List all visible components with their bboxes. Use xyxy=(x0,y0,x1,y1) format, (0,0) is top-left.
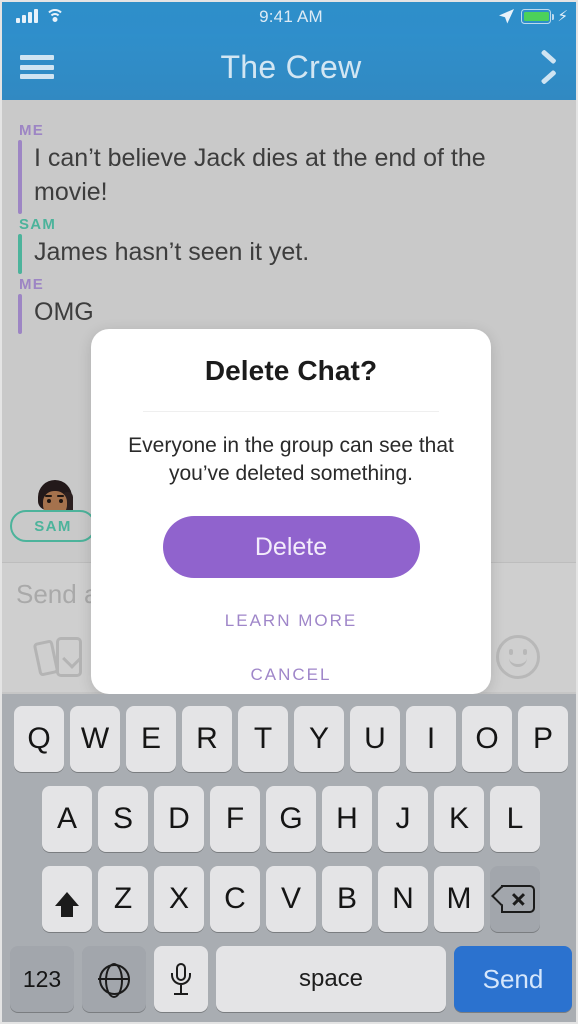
chat-input-placeholder: Send a xyxy=(16,579,99,609)
chat-message[interactable]: ME OMG xyxy=(2,276,576,334)
backspace-key[interactable] xyxy=(490,866,540,932)
message-sender-label: SAM xyxy=(19,216,57,233)
key-x[interactable]: X xyxy=(154,866,204,932)
nav-bar: The Crew xyxy=(2,34,576,100)
phone-screen: 9:41 AM ⚡ The Crew ME I can’t believe Ja… xyxy=(0,0,578,1024)
message-text: I can’t believe Jack dies at the end of … xyxy=(34,144,486,206)
key-s[interactable]: S xyxy=(98,786,148,852)
chat-message[interactable]: SAM James hasn’t seen it yet. xyxy=(2,216,576,274)
message-text: OMG xyxy=(34,298,94,326)
language-key[interactable] xyxy=(82,946,146,1012)
location-arrow-icon xyxy=(499,9,515,24)
hamburger-menu-icon[interactable] xyxy=(20,55,54,79)
page-title: The Crew xyxy=(220,48,362,85)
key-q[interactable]: Q xyxy=(14,706,64,772)
on-screen-keyboard: Q W E R T Y U I O P A S D F G H J K L Z xyxy=(2,694,576,1022)
message-sender-label: ME xyxy=(19,276,45,293)
delete-button[interactable]: Delete xyxy=(162,516,420,579)
key-w[interactable]: W xyxy=(70,706,120,772)
presence-name-chip[interactable]: SAM xyxy=(10,510,96,542)
chevron-right-icon[interactable] xyxy=(534,52,560,82)
dialog-title: Delete Chat? xyxy=(204,355,378,386)
battery-icon xyxy=(521,9,555,24)
backspace-icon xyxy=(491,885,535,913)
lightning-bolt-icon: ⚡ xyxy=(557,8,568,25)
keyboard-row-2: A S D F G H J K L xyxy=(2,772,576,852)
dictation-key[interactable] xyxy=(154,946,208,1012)
keyboard-row-3: Z X C V B N M xyxy=(2,852,576,932)
key-a[interactable]: A xyxy=(42,786,92,852)
key-p[interactable]: P xyxy=(518,706,568,772)
key-h[interactable]: H xyxy=(322,786,372,852)
microphone-icon xyxy=(171,963,191,995)
send-key[interactable]: Send xyxy=(454,946,572,1012)
smiley-face-icon[interactable] xyxy=(496,635,540,679)
key-z[interactable]: Z xyxy=(98,866,148,932)
key-l[interactable]: L xyxy=(490,786,540,852)
key-r[interactable]: R xyxy=(182,706,232,772)
numbers-key[interactable]: 123 xyxy=(10,946,74,1012)
key-i[interactable]: I xyxy=(406,706,456,772)
key-y[interactable]: Y xyxy=(294,706,344,772)
sticker-cards-icon[interactable] xyxy=(32,633,88,681)
message-accent-rail xyxy=(18,294,22,334)
message-accent-rail xyxy=(18,234,22,274)
chat-message[interactable]: ME I can’t believe Jack dies at the end … xyxy=(2,122,576,214)
status-bar: 9:41 AM ⚡ xyxy=(2,2,576,34)
cancel-button[interactable]: CANCEL xyxy=(91,664,491,686)
key-m[interactable]: M xyxy=(434,866,484,932)
keyboard-row-1: Q W E R T Y U I O P xyxy=(2,694,576,772)
dialog-body-text: Everyone in the group can see that you’v… xyxy=(128,434,454,486)
key-e[interactable]: E xyxy=(126,706,176,772)
shift-arrow-icon xyxy=(55,892,79,917)
space-key[interactable]: space xyxy=(216,946,446,1012)
presence-name-label: SAM xyxy=(34,517,72,535)
key-k[interactable]: K xyxy=(434,786,484,852)
key-n[interactable]: N xyxy=(378,866,428,932)
globe-language-icon xyxy=(98,963,130,995)
key-d[interactable]: D xyxy=(154,786,204,852)
status-bar-time: 9:41 AM xyxy=(259,7,323,26)
key-v[interactable]: V xyxy=(266,866,316,932)
key-j[interactable]: J xyxy=(378,786,428,852)
keyboard-row-4: 123 space Send xyxy=(2,932,576,1012)
key-f[interactable]: F xyxy=(210,786,260,852)
key-b[interactable]: B xyxy=(322,866,372,932)
delete-chat-dialog: Delete Chat? Everyone in the group can s… xyxy=(91,329,491,694)
key-g[interactable]: G xyxy=(266,786,316,852)
learn-more-link[interactable]: LEARN MORE xyxy=(91,610,491,632)
message-accent-rail xyxy=(18,140,22,214)
message-sender-label: ME xyxy=(19,122,45,139)
key-t[interactable]: T xyxy=(238,706,288,772)
key-c[interactable]: C xyxy=(210,866,260,932)
key-o[interactable]: O xyxy=(462,706,512,772)
status-bar-right: ⚡ xyxy=(498,8,568,25)
key-u[interactable]: U xyxy=(350,706,400,772)
shift-key[interactable] xyxy=(42,866,92,932)
message-text: James hasn’t seen it yet. xyxy=(34,238,310,266)
